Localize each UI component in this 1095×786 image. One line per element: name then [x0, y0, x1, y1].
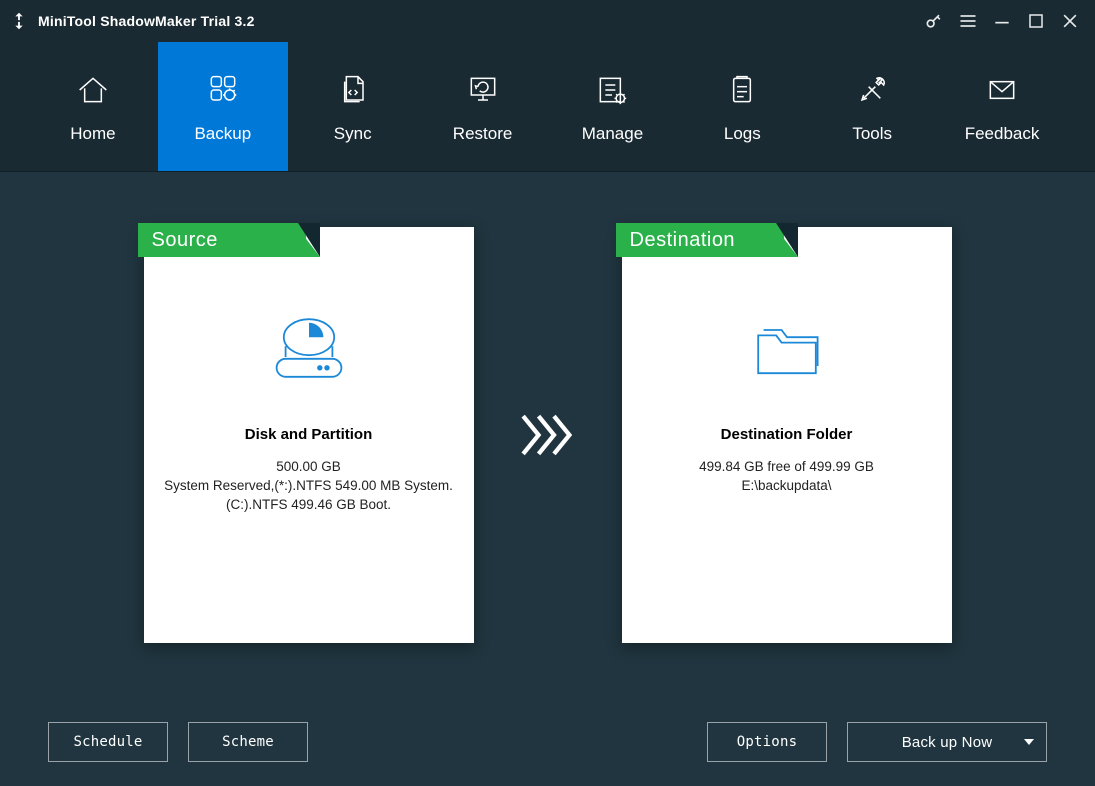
backup-workspace: Source Disk and Partition 500.00 GB Syst…	[0, 172, 1095, 698]
close-button[interactable]	[1053, 0, 1087, 42]
source-detail-2: (C:).NTFS 499.46 GB Boot.	[226, 497, 391, 512]
source-banner-label: Source	[152, 229, 218, 252]
tab-label: Sync	[334, 124, 372, 144]
destination-path: E:\backupdata\	[741, 478, 831, 493]
tab-tools[interactable]: Tools	[807, 42, 937, 171]
tab-feedback[interactable]: Feedback	[937, 42, 1067, 171]
bottom-bar: Schedule Scheme Options Back up Now	[0, 698, 1095, 786]
key-icon[interactable]	[917, 0, 951, 42]
tab-backup[interactable]: Backup	[158, 42, 288, 171]
destination-card[interactable]: Destination Destination Folder 499.84 GB…	[622, 227, 952, 643]
tab-sync[interactable]: Sync	[288, 42, 418, 171]
tab-restore[interactable]: Restore	[418, 42, 548, 171]
destination-title: Destination Folder	[721, 426, 853, 443]
titlebar: MiniTool ShadowMaker Trial 3.2	[0, 0, 1095, 42]
tab-logs[interactable]: Logs	[677, 42, 807, 171]
tab-label: Backup	[194, 124, 251, 144]
tab-label: Manage	[582, 124, 643, 144]
source-detail-1: System Reserved,(*:).NTFS 549.00 MB Syst…	[164, 478, 453, 493]
maximize-button[interactable]	[1019, 0, 1053, 42]
tab-manage[interactable]: Manage	[548, 42, 678, 171]
backup-now-button-label: Back up Now	[902, 734, 993, 751]
tab-label: Home	[70, 124, 115, 144]
destination-banner: Destination	[616, 223, 784, 263]
folder-icon	[742, 303, 832, 398]
main-tabbar: Home Backup Sync Restore Manage Logs Too…	[0, 42, 1095, 172]
scheme-button[interactable]: Scheme	[188, 722, 308, 762]
disk-icon	[264, 303, 354, 398]
options-button[interactable]: Options	[707, 722, 827, 762]
source-title: Disk and Partition	[245, 426, 373, 443]
tab-label: Logs	[724, 124, 761, 144]
scheme-button-label: Scheme	[222, 734, 274, 750]
schedule-button-label: Schedule	[73, 734, 142, 750]
tab-label: Feedback	[965, 124, 1040, 144]
app-title: MiniTool ShadowMaker Trial 3.2	[38, 13, 255, 29]
destination-free: 499.84 GB free of 499.99 GB	[699, 459, 874, 474]
chevrons-icon	[518, 407, 578, 463]
options-button-label: Options	[737, 734, 797, 750]
source-card[interactable]: Source Disk and Partition 500.00 GB Syst…	[144, 227, 474, 643]
chevron-down-icon	[1024, 739, 1034, 745]
minimize-button[interactable]	[985, 0, 1019, 42]
app-logo-icon	[8, 10, 30, 32]
backup-now-button[interactable]: Back up Now	[847, 722, 1047, 762]
tab-label: Tools	[852, 124, 892, 144]
tab-label: Restore	[453, 124, 513, 144]
source-banner: Source	[138, 223, 306, 263]
hamburger-menu-icon[interactable]	[951, 0, 985, 42]
destination-banner-label: Destination	[630, 229, 736, 252]
schedule-button[interactable]: Schedule	[48, 722, 168, 762]
tab-home[interactable]: Home	[28, 42, 158, 171]
source-size: 500.00 GB	[276, 459, 341, 474]
